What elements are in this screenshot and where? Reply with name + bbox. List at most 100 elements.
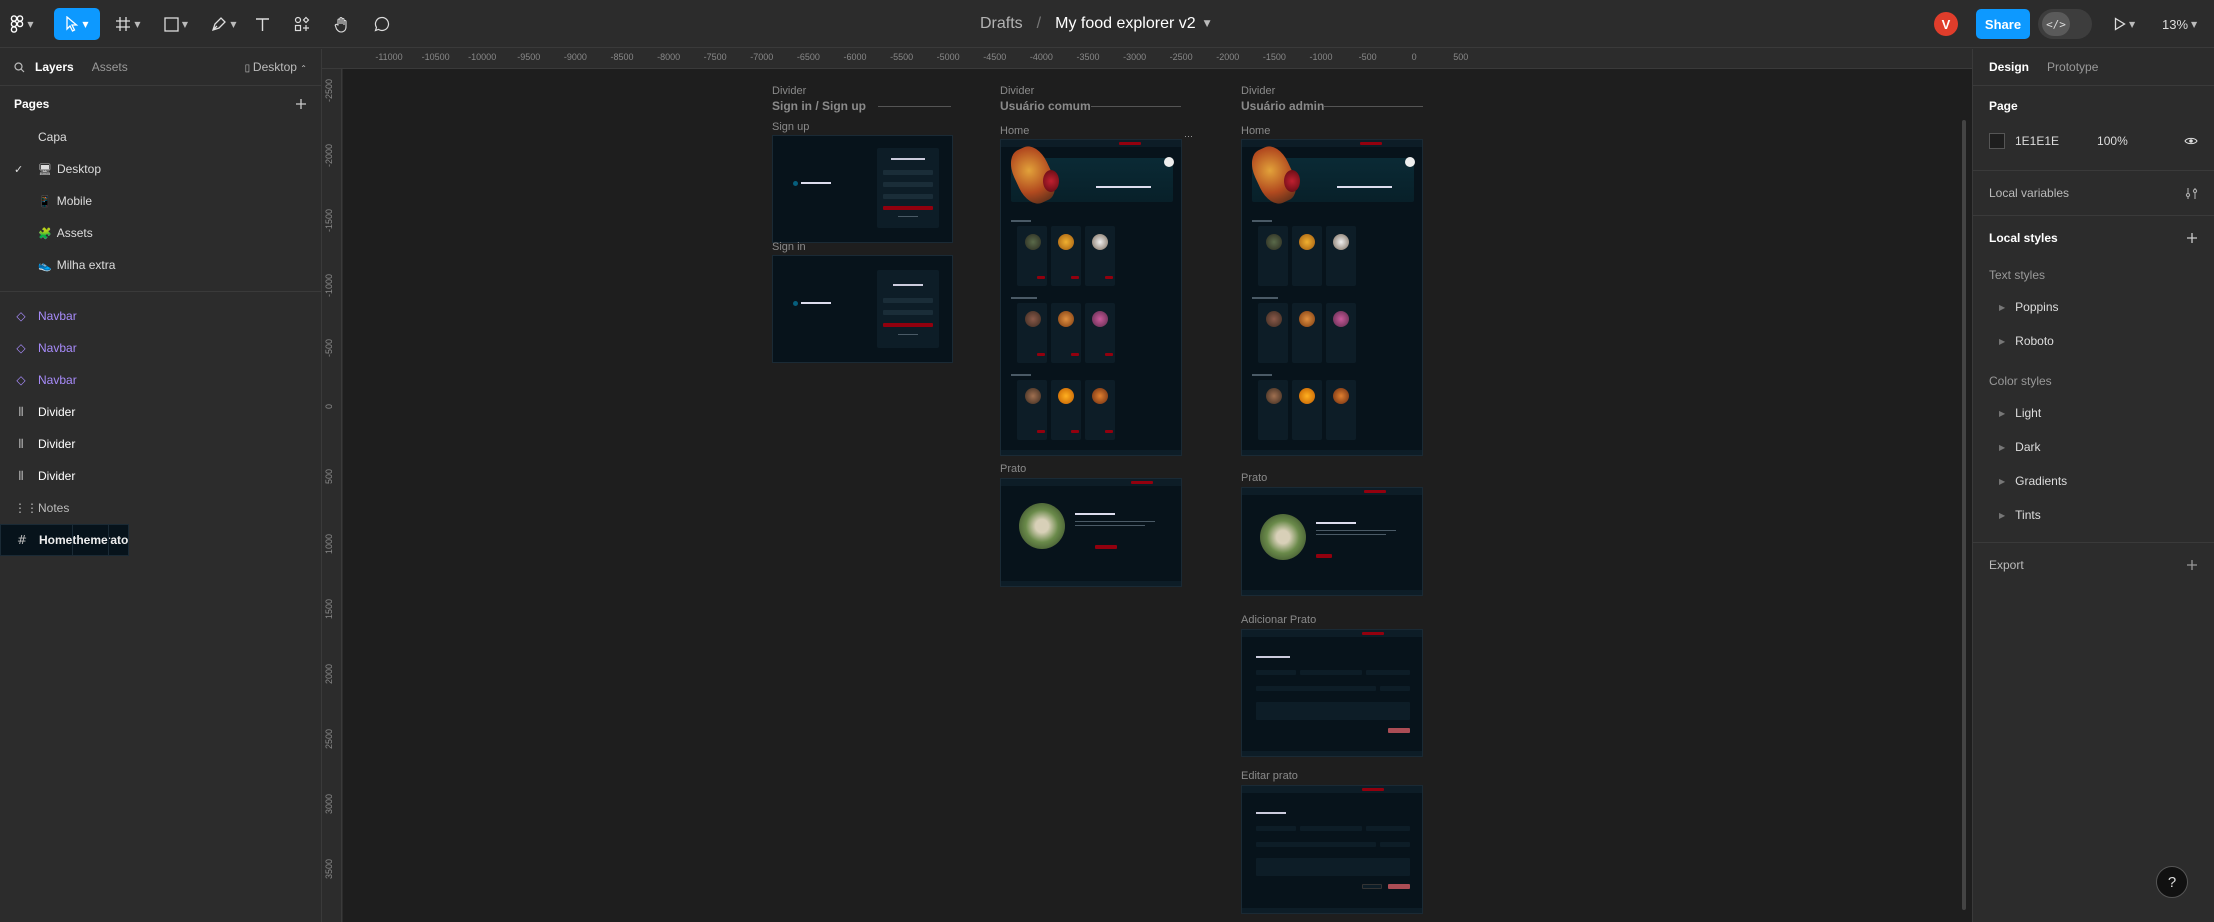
- page-item[interactable]: Capa: [0, 121, 321, 153]
- layer-item[interactable]: ⦀ Divider: [0, 396, 321, 428]
- avatar[interactable]: V: [1934, 12, 1958, 36]
- thumb-dish-photo: [1025, 234, 1041, 250]
- page-fill-row[interactable]: 1E1E1E 100%: [1989, 126, 2198, 156]
- export-label: Export: [1989, 558, 2024, 572]
- layer-item[interactable]: # Home: [0, 524, 74, 556]
- thumb-dish-title: [1075, 513, 1115, 515]
- divider-line: [878, 106, 951, 107]
- frame-sign-in[interactable]: [772, 255, 953, 363]
- page-item[interactable]: 🧩 Assets: [0, 217, 321, 249]
- chevron-down-icon[interactable]: ▼: [1204, 19, 1211, 29]
- zoom-level: 13%: [2162, 16, 2189, 32]
- page-item[interactable]: 📱 Mobile: [0, 185, 321, 217]
- move-tool-button[interactable]: ▼: [54, 8, 100, 40]
- frame-more-icon[interactable]: ···: [1184, 131, 1193, 141]
- frame-prato-user[interactable]: [1000, 478, 1182, 587]
- page-item[interactable]: ✓ 🖥 Desktop: [0, 153, 321, 185]
- ruler-tick-label: 2500: [324, 729, 334, 750]
- thumb-footer: [1242, 751, 1422, 756]
- dev-mode-toggle[interactable]: </>: [2038, 9, 2092, 39]
- add-export-plus-icon[interactable]: [2186, 559, 2198, 571]
- page-emoji-icon: 🧩: [38, 227, 52, 240]
- main-menu-button[interactable]: ▼: [8, 8, 36, 40]
- rectangle-icon: [164, 16, 179, 32]
- form-title: [893, 284, 923, 286]
- present-button[interactable]: ▼: [2114, 8, 2135, 40]
- thumb-save-button: [1388, 884, 1410, 889]
- layer-item[interactable]: ◇ Navbar: [0, 300, 321, 332]
- tab-design[interactable]: Design: [1989, 60, 2029, 74]
- layer-item[interactable]: ◇ Navbar: [0, 332, 321, 364]
- resources-button[interactable]: [290, 8, 314, 40]
- export-row[interactable]: Export: [1989, 543, 2198, 587]
- thumb-section-bebidas: [1011, 374, 1031, 376]
- thumb-dish-salad-photo: [1260, 514, 1306, 560]
- page-emoji-icon: 📱: [38, 195, 52, 208]
- export-section: Export: [1973, 542, 2214, 587]
- page-color-hex[interactable]: 1E1E1E: [2015, 134, 2059, 148]
- thumb-input-category: [1366, 826, 1410, 831]
- ruler-tick-label: 500: [324, 469, 334, 485]
- frame-adicionar-prato[interactable]: [1241, 629, 1423, 757]
- style-item[interactable]: ▶ Poppins: [1989, 290, 2198, 324]
- frame-editar-prato[interactable]: [1241, 785, 1423, 914]
- monitor-icon: ▯: [244, 63, 253, 74]
- page-selector[interactable]: ▯ Desktop ⌃: [245, 60, 307, 74]
- file-name[interactable]: My food explorer v2: [1055, 15, 1196, 33]
- thumb-dish-photo: [1266, 311, 1282, 327]
- style-item[interactable]: ▶ Gradients: [1989, 464, 2198, 498]
- layer-item-label: Navbar: [38, 373, 77, 387]
- layer-item[interactable]: ⦀ Divider: [0, 428, 321, 460]
- eye-visibility-icon[interactable]: [2184, 136, 2198, 146]
- add-style-plus-icon[interactable]: [2186, 232, 2198, 244]
- frame-sign-up[interactable]: [772, 135, 953, 243]
- breadcrumb-drafts-link[interactable]: Drafts: [980, 15, 1023, 33]
- layer-item[interactable]: ◇ Navbar: [0, 364, 321, 396]
- frame-home-admin[interactable]: [1241, 139, 1423, 456]
- page-section: Page 1E1E1E 100%: [1973, 85, 2214, 170]
- thumb-navbar: [1242, 488, 1422, 495]
- share-button[interactable]: Share: [1976, 9, 2030, 39]
- ruler-horizontal: -11000 -10500 -10000 -9500 -9000 -8500 -8000 -7…: [322, 49, 1972, 69]
- tab-assets[interactable]: Assets: [92, 60, 128, 74]
- tab-layers[interactable]: Layers: [35, 60, 74, 74]
- comment-tool-button[interactable]: [370, 8, 394, 40]
- thumb-footer: [1001, 581, 1181, 586]
- add-page-plus-icon[interactable]: [295, 98, 307, 110]
- sliders-icon[interactable]: [2185, 187, 2198, 200]
- help-button[interactable]: ?: [2156, 866, 2188, 898]
- layer-item[interactable]: ⦀ Divider: [0, 460, 321, 492]
- style-item[interactable]: ▶ Dark: [1989, 430, 2198, 464]
- search-icon[interactable]: [14, 61, 25, 73]
- page-color-opacity[interactable]: 100%: [2097, 134, 2128, 148]
- canvas[interactable]: Divider Sign in / Sign up Divider Usuári…: [343, 69, 1972, 922]
- thumb-section-sobremesas: [1252, 297, 1278, 299]
- thumb-input-name: [1300, 670, 1362, 675]
- style-item[interactable]: ▶ Tints: [1989, 498, 2198, 532]
- pen-tool-button[interactable]: ▼: [204, 8, 244, 40]
- canvas-scrollbar[interactable]: [1962, 120, 1966, 910]
- text-tool-button[interactable]: [250, 8, 274, 40]
- frame-prato-admin[interactable]: [1241, 487, 1423, 596]
- thumb-include-button: [1105, 353, 1113, 356]
- layer-item[interactable]: ⋮⋮ Notes: [0, 492, 321, 524]
- tab-prototype[interactable]: Prototype: [2047, 60, 2098, 74]
- page-item[interactable]: 👟 Milha extra: [0, 249, 321, 281]
- hand-tool-button[interactable]: [330, 8, 354, 40]
- shape-tool-button[interactable]: ▼: [156, 8, 196, 40]
- app-logo-text: [801, 302, 831, 304]
- local-variables-row[interactable]: Local variables: [1989, 171, 2198, 215]
- page-color-swatch[interactable]: [1989, 133, 2005, 149]
- page-emoji-icon: 👟: [38, 259, 52, 272]
- thumb-include-button: [1071, 430, 1079, 433]
- style-item[interactable]: ▶ Roboto: [1989, 324, 2198, 358]
- signin-form-card: [877, 270, 939, 348]
- frame-tool-button[interactable]: ▼: [108, 8, 148, 40]
- frame-home-user[interactable]: [1000, 139, 1182, 456]
- style-item[interactable]: ▶ Light: [1989, 396, 2198, 430]
- thumb-input-image: [1256, 670, 1296, 675]
- left-panel-tabs: Layers Assets ▯ Desktop ⌃: [0, 49, 321, 85]
- page-item-label: Milha extra: [56, 258, 116, 272]
- zoom-menu[interactable]: 13% ▼: [2162, 8, 2197, 40]
